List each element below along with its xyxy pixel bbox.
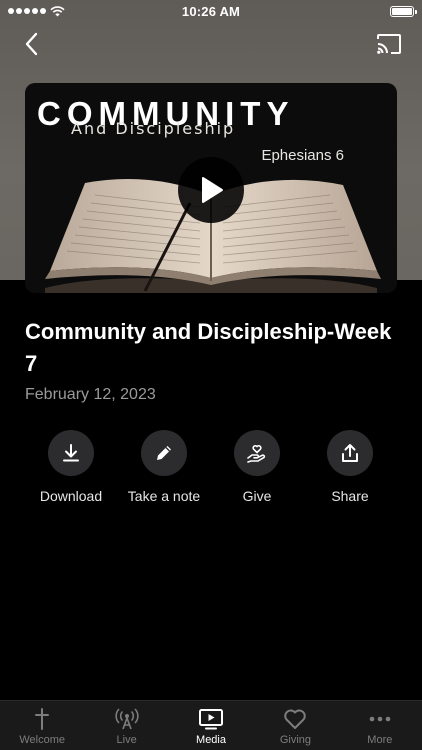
take-note-button[interactable]: Take a note [114,430,214,504]
download-icon [63,444,79,462]
broadcast-icon [114,708,139,730]
status-bar: 10:26 AM [0,0,422,22]
play-icon [202,177,223,203]
hand-heart-icon [247,444,266,463]
share-button[interactable]: Share [300,430,400,504]
tab-live-label: Live [116,734,137,746]
pencil-icon [157,446,171,460]
artwork-subtitle: And Discipleship [71,119,236,138]
tab-live[interactable]: Live [84,701,168,750]
wifi-icon [50,5,65,16]
action-row: Download Take a note Give Share [0,430,422,510]
tab-more-label: More [367,734,393,746]
battery-icon [390,5,417,17]
heart-icon [284,709,307,729]
take-note-label: Take a note [127,488,201,504]
download-label: Download [39,488,103,504]
tab-welcome-label: Welcome [19,734,66,746]
media-date: February 12, 2023 [25,386,156,403]
tab-media-label: Media [196,734,226,746]
more-dots-icon [369,716,391,722]
give-button[interactable]: Give [207,430,307,504]
tab-giving-label: Giving [279,734,312,746]
back-chevron-icon[interactable] [20,31,44,57]
give-label: Give [242,488,272,504]
tab-bar: Welcome Live Media Giving More [0,700,422,750]
download-button[interactable]: Download [21,430,121,504]
signal-wifi-group [8,5,65,17]
tab-giving[interactable]: Giving [253,701,337,750]
play-screen-icon [199,709,224,730]
signal-strength-icon [8,8,46,14]
artwork-verse: Ephesians 6 [261,147,344,164]
cast-icon[interactable] [376,33,402,55]
tab-more[interactable]: More [338,701,422,750]
tab-welcome[interactable]: Welcome [0,701,84,750]
cross-icon [35,708,50,730]
sermon-artwork[interactable]: COMMUNITY And Discipleship Ephesians 6 [25,83,397,293]
navigation-bar [0,24,422,64]
play-button[interactable] [178,157,244,223]
tab-media[interactable]: Media [169,701,253,750]
media-title: Community and Discipleship-Week 7 [25,319,392,376]
share-icon [342,444,358,462]
share-label: Share [331,488,369,504]
